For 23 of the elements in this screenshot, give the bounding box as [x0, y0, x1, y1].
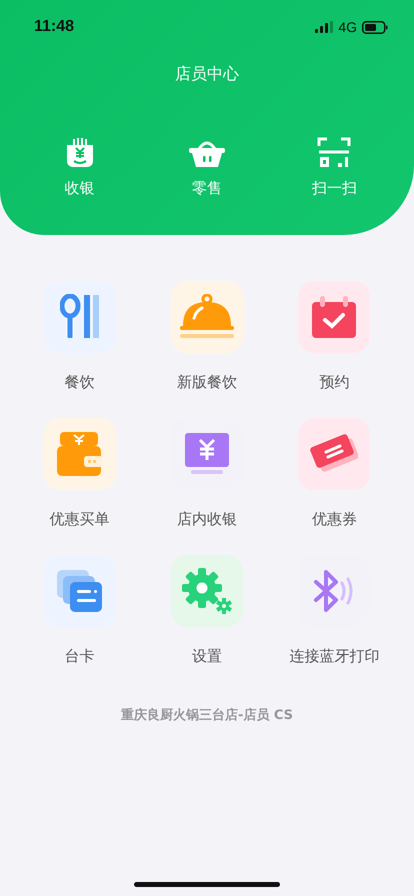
- menu-item[interactable]: 店内收银: [170, 418, 243, 529]
- menu-item[interactable]: 新版餐饮: [170, 281, 243, 392]
- menu-item[interactable]: 优惠买单: [44, 418, 116, 529]
- battery-icon: [362, 20, 388, 34]
- cards-icon: [56, 570, 103, 612]
- menu-item[interactable]: 预约: [298, 281, 370, 392]
- food-cloche-icon: [180, 294, 234, 340]
- wallet-icon: [56, 432, 103, 476]
- spoon-utensils-icon: [60, 294, 100, 340]
- network-type: 4G: [338, 19, 357, 35]
- gear-icon: [182, 568, 232, 614]
- menu-item[interactable]: 餐饮: [44, 281, 116, 392]
- status-time: 11:48: [34, 18, 74, 36]
- yen-monitor-icon: [184, 433, 229, 475]
- menu-item[interactable]: 连接蓝牙打印: [289, 555, 380, 666]
- signal-icon: [315, 21, 334, 33]
- menu-item[interactable]: 优惠券: [298, 418, 370, 529]
- store-staff-info: 重庆良厨火锅三台店-店员 CS: [120, 706, 294, 724]
- scan-icon: [317, 137, 352, 169]
- menu-item[interactable]: 设置: [170, 555, 243, 666]
- page-title: 店员中心: [174, 64, 240, 85]
- calendar-check-icon: [312, 296, 356, 338]
- menu-item[interactable]: 台卡: [44, 555, 116, 666]
